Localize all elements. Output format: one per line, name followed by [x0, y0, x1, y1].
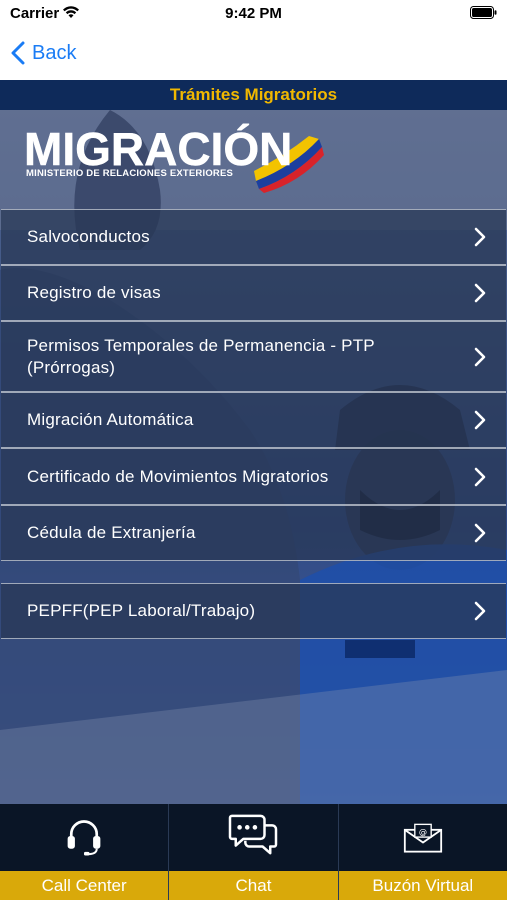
menu-item-label: Salvoconductos [27, 227, 150, 246]
status-time: 9:42 PM [225, 5, 282, 22]
menu-item-registro-visas[interactable]: Registro de visas [1, 265, 506, 321]
chevron-right-icon [474, 283, 486, 303]
chevron-right-icon [474, 467, 486, 486]
chevron-left-icon [11, 41, 25, 65]
app-screen: Carrier 9:42 PM Back Trámites Migratorio… [0, 0, 507, 900]
chevron-right-icon [474, 410, 486, 430]
tab-call-center[interactable]: Call Center [0, 804, 170, 900]
tab-label: Buzón Virtual [338, 871, 507, 900]
menu-item-salvoconductos[interactable]: Salvoconductos [1, 209, 506, 265]
menu-item-label: Registro de visas [27, 283, 161, 302]
menu-item-permisos-ptp[interactable]: Permisos Temporales de Permanencia - PTP… [1, 321, 506, 392]
status-bar: Carrier 9:42 PM [0, 0, 507, 28]
menu-item-migracion-automatica[interactable]: Migración Automática [1, 392, 506, 448]
navigation-bar: Back [0, 28, 507, 80]
menu-item-label: Migración Automática [27, 410, 194, 429]
logo-wordmark: MIGRACIÓN [24, 123, 293, 175]
logo-subtitle: MINISTERIO DE RELACIONES EXTERIORES [26, 168, 234, 179]
tab-label: Chat [169, 871, 338, 900]
menu-item-label: Cédula de Extranjería [27, 523, 196, 542]
menu-item-pepff[interactable]: PEPFF(PEP Laboral/Trabajo) [1, 583, 506, 639]
svg-text:@: @ [419, 826, 427, 836]
tab-chat[interactable]: Chat [169, 804, 339, 900]
menu-item-certificado-movimientos[interactable]: Certificado de Movimientos Migratorios [1, 448, 506, 505]
battery-icon [470, 6, 497, 19]
headset-icon [67, 820, 101, 856]
mail-icon: @ [403, 823, 442, 853]
back-button[interactable]: Back [10, 38, 76, 68]
menu-item-label: Certificado de Movimientos Migratorios [27, 466, 329, 486]
menu-item-label: PEPFF(PEP Laboral/Trabajo) [27, 601, 256, 620]
chevron-right-icon [474, 347, 486, 366]
tab-buzon-virtual[interactable]: @ Buzón Virtual [338, 804, 507, 900]
tab-label: Call Center [0, 871, 169, 900]
chevron-right-icon [474, 601, 486, 621]
menu-item-cedula-extranjeria[interactable]: Cédula de Extranjería [1, 505, 506, 561]
chevron-right-icon [474, 523, 486, 543]
menu-item-label: Permisos Temporales de Permanencia - PTP… [27, 335, 375, 377]
page-title: Trámites Migratorios [0, 80, 507, 110]
back-label: Back [32, 41, 77, 64]
chevron-right-icon [474, 227, 486, 247]
migracion-logo: MIGRACIÓN MINISTERIO DE RELACIONES EXTER… [24, 123, 324, 195]
bottom-tab-bar: Call Center Chat @ Buzón Virtual [0, 804, 507, 900]
chat-icon [229, 814, 278, 855]
